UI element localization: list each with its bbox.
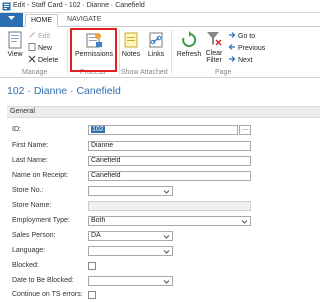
record-title: 102 · Dianne · Canefield <box>7 85 121 97</box>
sales-person-dropdown[interactable]: DA <box>88 231 173 241</box>
date-to-be-blocked-field[interactable] <box>88 276 173 286</box>
group-label-manage: Manage <box>22 69 48 76</box>
notes-icon <box>124 32 138 48</box>
id-value: 102 <box>91 126 105 133</box>
arrow-right-icon <box>229 32 236 38</box>
field-label-store-no: Store No.: <box>12 187 44 194</box>
goto-label: Go to <box>238 33 256 40</box>
view-label: View <box>7 51 23 58</box>
sales-person-value: DA <box>91 232 101 239</box>
chevron-down-icon <box>163 235 170 239</box>
field-label-name-on-receipt: Name on Receipt: <box>12 172 69 179</box>
id-field[interactable]: 102 <box>88 125 238 135</box>
employment-type-value: Both <box>91 217 106 224</box>
notes-label: Notes <box>121 51 141 58</box>
view-icon <box>8 31 22 49</box>
ribbon-tab-bar: HOME NAVIGATE <box>0 13 320 27</box>
field-label-sales-person: Sales Person: <box>12 232 56 239</box>
field-label-continue-on-ts-errors: Continue on TS errors: <box>12 291 83 298</box>
group-label-page: Page <box>215 69 232 76</box>
next-label: Next <box>238 57 253 64</box>
clear-filter-button[interactable]: Clear Filter <box>203 30 225 65</box>
title-bar: Edit - Staff Card - 102 · Dianne · Canef… <box>0 0 320 13</box>
field-label-first-name: First Name: <box>12 142 49 149</box>
edit-label: Edit <box>38 33 51 40</box>
refresh-label: Refresh <box>176 51 202 58</box>
edit-button[interactable]: Edit <box>28 31 50 41</box>
field-label-store-name: Store Name: <box>12 202 52 209</box>
section-header-general[interactable]: General <box>7 106 320 118</box>
field-label-blocked: Blocked: <box>12 262 39 269</box>
goto-button[interactable]: Go to <box>228 31 255 41</box>
delete-label: Delete <box>38 57 59 64</box>
previous-label: Previous <box>238 45 266 52</box>
previous-button[interactable]: Previous <box>228 43 265 53</box>
first-name-field[interactable]: Dianne <box>88 141 251 151</box>
tab-navigate[interactable]: NAVIGATE <box>62 14 106 27</box>
next-button[interactable]: Next <box>228 55 252 65</box>
notes-button[interactable]: Notes <box>121 31 141 58</box>
view-button[interactable]: View <box>4 31 26 58</box>
name-on-receipt-field[interactable]: Canefield <box>88 171 251 181</box>
group-separator <box>119 30 120 75</box>
group-separator <box>171 30 172 75</box>
id-lookup-button[interactable]: ... <box>239 125 251 135</box>
links-button[interactable]: Links <box>146 31 166 58</box>
delete-x-icon <box>28 55 36 63</box>
new-label: New <box>38 45 53 52</box>
arrow-left-icon <box>228 44 235 50</box>
chevron-down-icon <box>163 250 170 254</box>
chevron-down-icon <box>163 190 170 194</box>
continue-on-ts-errors-checkbox[interactable] <box>88 291 96 299</box>
refresh-button[interactable]: Refresh <box>176 31 202 58</box>
group-label-show-attached: Show Attached <box>121 69 168 76</box>
field-label-id: ID: <box>12 126 21 133</box>
group-separator <box>67 30 68 75</box>
chevron-down-icon <box>241 220 248 224</box>
delete-button[interactable]: Delete <box>28 55 58 65</box>
tab-home[interactable]: HOME <box>25 14 58 27</box>
arrow-right-icon <box>229 56 236 62</box>
store-name-field <box>88 201 251 211</box>
app-icon <box>2 2 11 11</box>
links-icon <box>149 32 163 48</box>
new-document-icon <box>28 43 36 51</box>
clear-filter-label-line2: Filter <box>206 57 222 64</box>
clear-filter-icon <box>207 32 222 46</box>
ribbon: View Edit New Delete Manage Permissions … <box>0 27 320 78</box>
clear-filter-label: Clear <box>205 50 223 57</box>
field-label-language: Language: <box>12 247 46 254</box>
field-label-last-name: Last Name: <box>12 157 48 164</box>
field-label-date-to-be-blocked: Date to Be Blocked: <box>12 277 74 284</box>
new-button[interactable]: New <box>28 43 52 53</box>
caret-down-icon <box>8 16 15 20</box>
field-label-employment-type: Employment Type: <box>12 217 70 224</box>
permissions-highlight <box>70 28 117 72</box>
refresh-icon <box>182 31 197 47</box>
employment-type-dropdown[interactable]: Both <box>88 216 251 226</box>
pencil-icon <box>29 32 35 38</box>
app-menu-button[interactable] <box>0 13 23 27</box>
links-label: Links <box>147 51 165 58</box>
window-title: Edit - Staff Card - 102 · Dianne · Canef… <box>13 2 145 9</box>
chevron-down-icon <box>163 280 170 284</box>
last-name-field[interactable]: Canefield <box>88 156 251 166</box>
store-no-dropdown[interactable] <box>88 186 173 196</box>
language-dropdown[interactable] <box>88 246 173 256</box>
blocked-checkbox[interactable] <box>88 262 96 270</box>
